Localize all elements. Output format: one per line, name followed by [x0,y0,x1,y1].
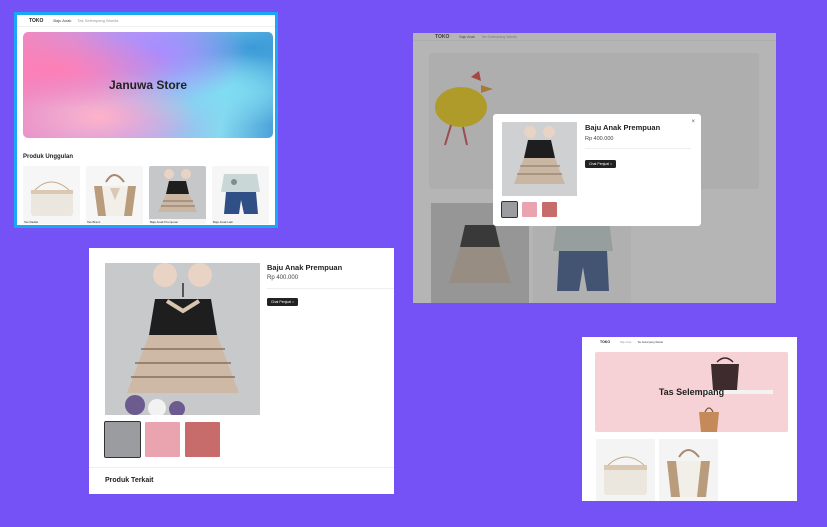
product-price: Rp 400.000 [267,275,299,281]
product-image-boy-outfit [212,166,269,219]
nav-link-tas-selempang[interactable]: Tas Selempang Wanita [77,18,118,23]
nav-link-baju-anak[interactable]: Baju Anak [53,18,71,23]
product-card[interactable]: Tas Radial [23,166,80,224]
hero-banner: Januwa Store [23,32,273,138]
section-title-related: Produk Terkait [105,477,154,484]
navbar: TOKO Baju Anak Tas Selempang Wanita [582,337,797,347]
product-image-bag [596,439,655,501]
product-name[interactable]: Baju Anak Laki [213,220,233,224]
modal-product-price: Rp 400.000 [585,136,614,142]
section-title-featured: Produk Unggulan [23,154,73,160]
modal-product-title: Baju Anak Prempuan [585,123,661,132]
product-name[interactable]: Tas Branz [87,220,100,224]
brand-logo[interactable]: TOKO [600,340,610,344]
product-list: Tas Radial Tas Branz Baju Anak Prempuan [23,166,269,224]
chat-seller-button[interactable]: Chat Penjual ○ [267,298,299,306]
chat-seller-label: Chat Penjual [589,162,610,166]
dress-photo [105,263,260,415]
product-card[interactable]: Baju Anak Prempuan [149,166,206,224]
product-image-bag [86,166,143,219]
product-card[interactable] [596,439,655,501]
modal-screenshot: TOKO Baju Anak Tas Selempang Wanita Baju… [413,33,776,303]
chat-icon: ○ [292,300,295,304]
product-card[interactable]: Baju Anak Laki [212,166,269,224]
thumbnail[interactable] [542,202,557,217]
thumbnail[interactable] [145,422,180,457]
product-modal: Baju Anak Prempuan Rp 400.000 Chat Penju… [493,114,701,226]
divider [585,148,691,149]
category-title: Tas Selempang [658,387,725,397]
product-image-dress [149,166,206,219]
product-image-bag [659,439,718,501]
product-detail-screenshot: Baju Anak Prempuan Rp 400.000 Chat Penju… [89,248,394,494]
divider [89,467,394,468]
product-main-image [105,263,260,415]
modal-product-image [502,122,577,196]
nav-link-baju-anak[interactable]: Baju Anak [620,341,631,344]
thumbnail[interactable] [185,422,220,457]
home-screenshot: TOKO Baju Anak Tas Selempang Wanita Janu… [14,12,278,228]
category-banner: Tas Selempang [595,352,788,432]
divider [267,288,394,289]
navbar: TOKO Baju Anak Tas Selempang Wanita [17,15,275,27]
chat-seller-label: Chat Penjual [271,300,292,304]
product-card[interactable] [659,439,718,501]
product-title: Baju Anak Prempuan [267,263,343,272]
modal-thumbnails [501,201,557,218]
thumbnail[interactable] [522,202,537,217]
product-name[interactable]: Baju Anak Prempuan [150,220,178,224]
brand-logo[interactable]: TOKO [29,18,43,24]
chat-seller-button[interactable]: Chat Penjual ○ [585,160,617,168]
product-card[interactable]: Tas Branz [86,166,143,224]
thumbnail[interactable] [104,421,141,458]
thumbnail[interactable] [501,201,518,218]
product-image-bag [23,166,80,219]
chat-icon: ○ [610,162,613,166]
dress-photo [514,126,565,184]
product-name[interactable]: Tas Radial [24,220,38,224]
product-list [596,439,718,501]
close-icon[interactable]: × [691,119,695,125]
hero-title: Januwa Store [108,78,188,92]
thumbnail-gallery [104,421,220,458]
category-screenshot: TOKO Baju Anak Tas Selempang Wanita Tas … [582,337,797,501]
nav-link-tas-selempang[interactable]: Tas Selempang Wanita [637,341,663,344]
